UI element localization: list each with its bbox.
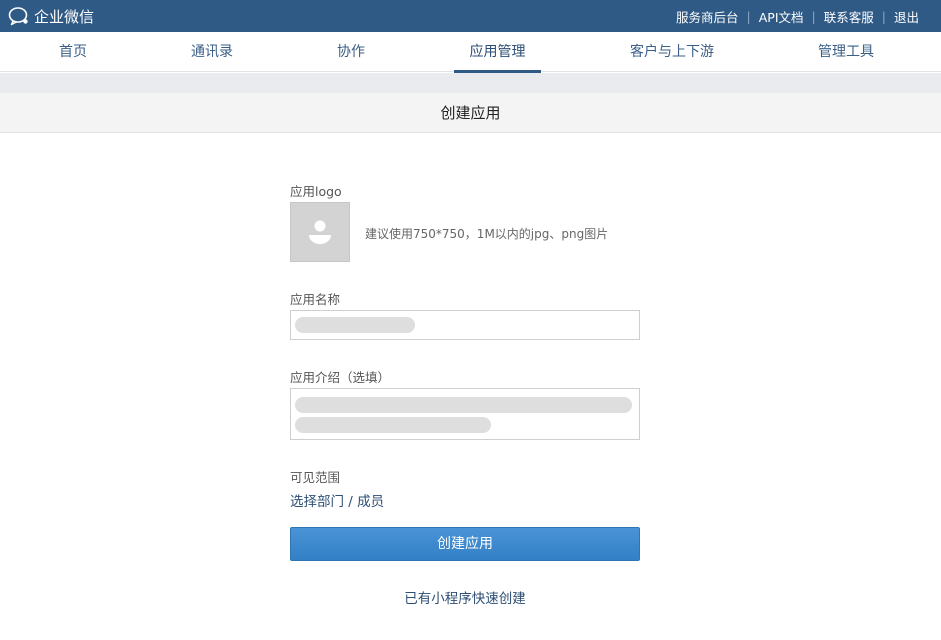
- mini-program-create-label[interactable]: 已有小程序快速创建: [404, 591, 526, 607]
- provider-console-link[interactable]: 服务商后台: [676, 7, 739, 26]
- visibility-label: 可见范围: [290, 470, 341, 485]
- tab-collaboration[interactable]: 协作: [322, 32, 380, 72]
- contact-support-link[interactable]: 联系客服: [824, 7, 874, 26]
- tab-app-management-label: 应用管理: [469, 44, 526, 60]
- app-intro-textarea[interactable]: [290, 388, 640, 440]
- tab-home[interactable]: 首页: [42, 32, 104, 72]
- logo-label: 应用logo: [290, 184, 342, 199]
- create-app-button[interactable]: 创建应用: [290, 527, 640, 561]
- brand[interactable]: 企业微信: [8, 6, 94, 26]
- page-title: 创建应用: [0, 93, 941, 133]
- app-intro-value-placeholder-line: [295, 417, 491, 433]
- app-intro-label: 应用介绍（选填）: [290, 370, 391, 385]
- top-bar: 企业微信 服务商后台 | API文档 | 联系客服 | 退出: [0, 0, 941, 32]
- tab-app-management[interactable]: 应用管理: [454, 32, 541, 73]
- link-separator: |: [881, 8, 886, 24]
- mini-program-create-link: 已有小程序快速创建: [290, 587, 640, 607]
- main-nav: 首页 通讯录 协作 应用管理 客户与上下游 管理工具: [0, 32, 941, 73]
- wecom-logo-icon: [8, 7, 28, 26]
- app-name-input[interactable]: [290, 310, 640, 340]
- tab-contacts[interactable]: 通讯录: [178, 32, 246, 72]
- top-links: 服务商后台 | API文档 | 联系客服 | 退出: [676, 0, 919, 32]
- app-name-value-placeholder: [295, 317, 415, 333]
- select-members-link[interactable]: 选择部门 / 成员: [290, 490, 384, 510]
- app-name-label: 应用名称: [290, 292, 341, 307]
- tab-customers-partners[interactable]: 客户与上下游: [620, 32, 724, 72]
- logout-link[interactable]: 退出: [894, 7, 919, 26]
- link-separator: |: [746, 8, 751, 24]
- tab-management-tools[interactable]: 管理工具: [808, 32, 884, 72]
- divider-strip: [0, 73, 941, 93]
- api-docs-link[interactable]: API文档: [759, 7, 804, 26]
- logo-upload[interactable]: [290, 202, 350, 262]
- avatar-placeholder-icon: [309, 220, 331, 244]
- link-separator: |: [811, 8, 816, 24]
- logo-hint: 建议使用750*750，1M以内的jpg、png图片: [365, 227, 609, 241]
- app-intro-value-placeholder-line: [295, 397, 632, 413]
- brand-name: 企业微信: [34, 7, 95, 26]
